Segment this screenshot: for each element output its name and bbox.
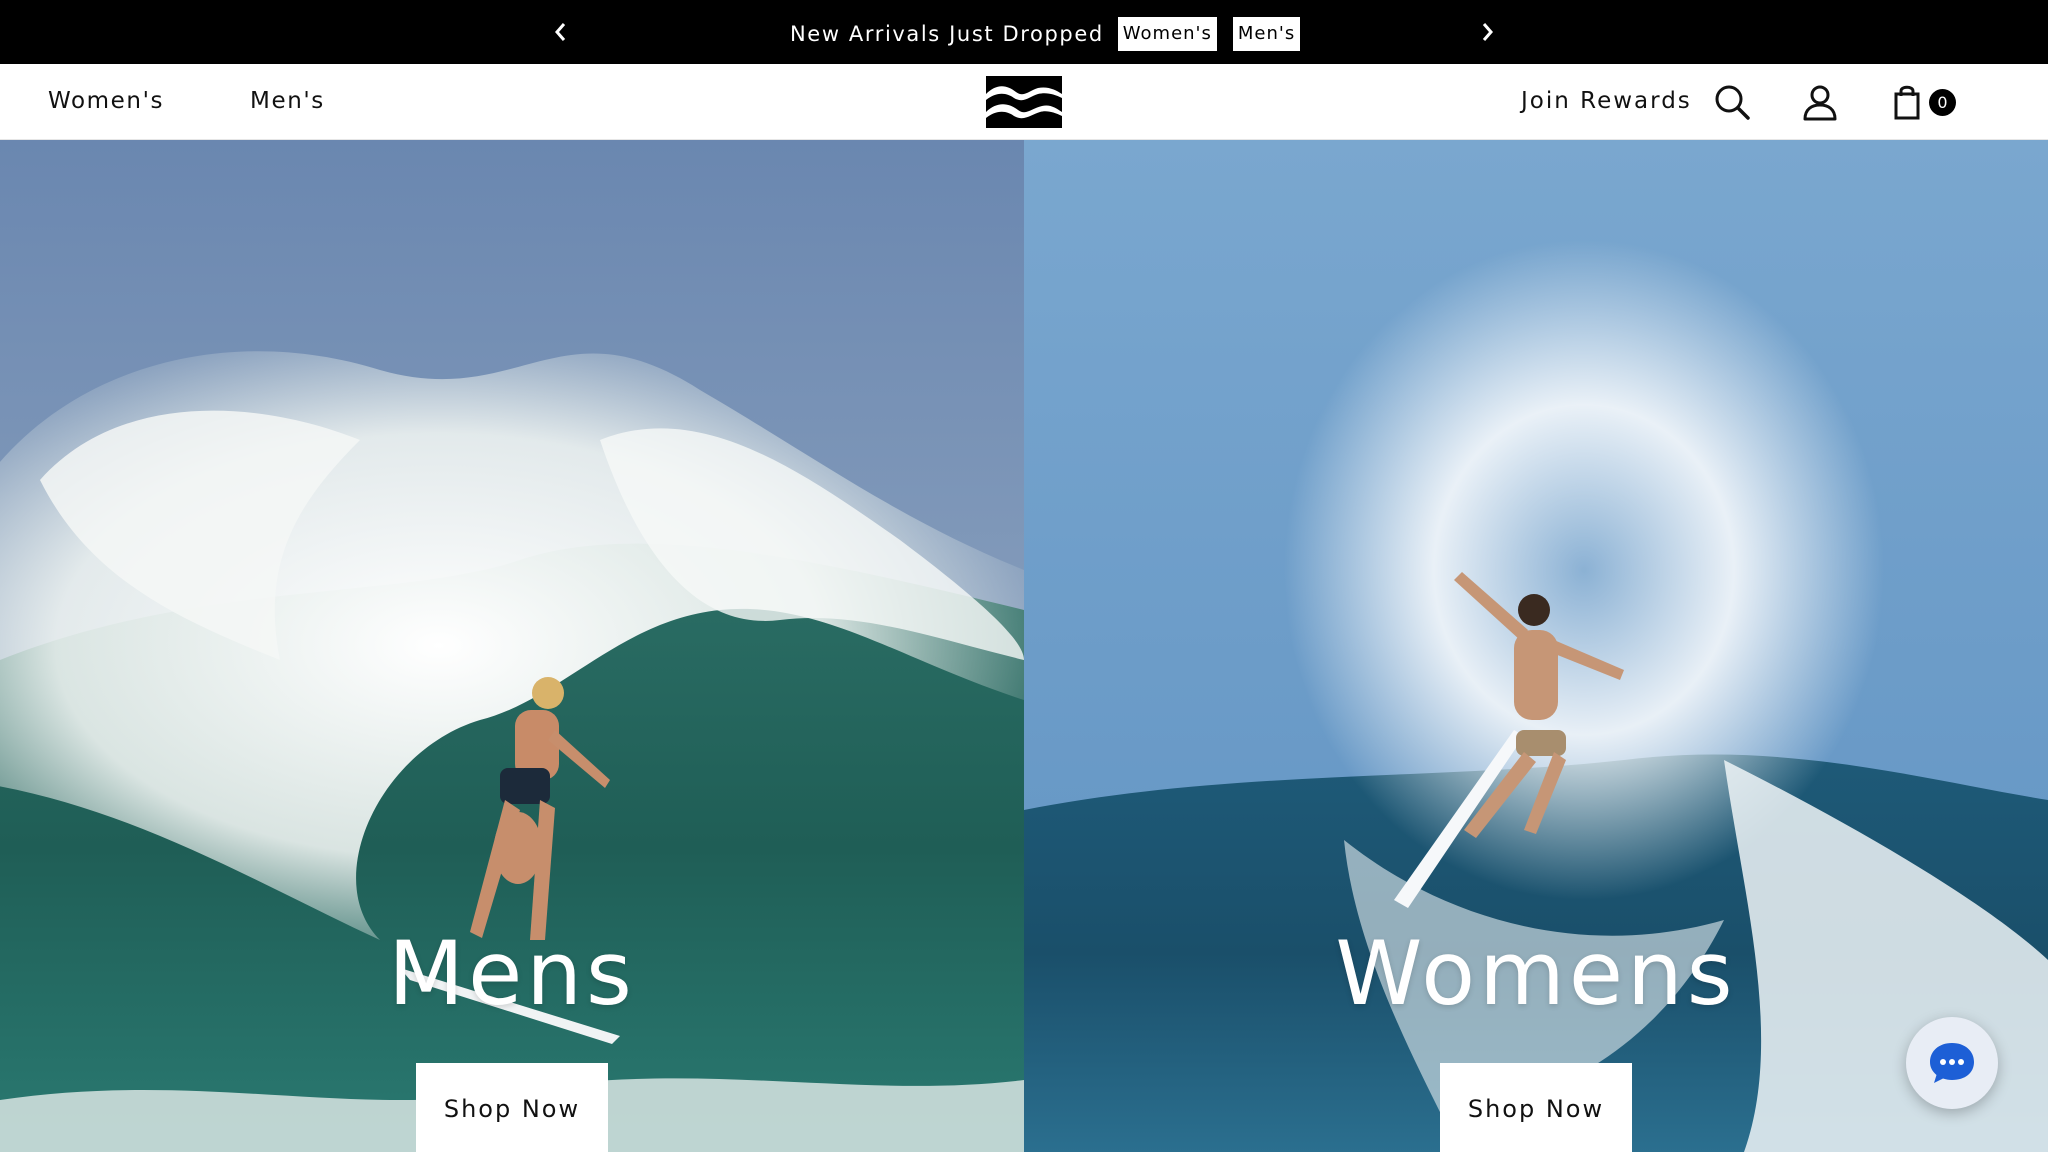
announcement-message: New Arrivals Just Dropped [790,21,1104,46]
hero-title-mens: Mens [388,922,636,1025]
shop-now-womens-button[interactable]: Shop Now [1440,1063,1632,1152]
chat-bubble-icon [1930,1043,1974,1083]
hero-panel-womens[interactable]: Womens Shop Now [1024,140,2048,1152]
nav-mens[interactable]: Men's [250,88,325,114]
announcement-next-button[interactable] [1474,18,1502,46]
site-header: Women's Men's Join Rewards 0 [0,64,2048,140]
search-icon[interactable] [1712,82,1752,122]
shop-now-mens-button[interactable]: Shop Now [416,1063,608,1152]
hero-title-womens: Womens [1335,922,1737,1025]
announcement-link-mens[interactable]: Men's [1232,17,1301,51]
billabong-logo[interactable] [986,76,1062,128]
announcement-content: New Arrivals Just Dropped Women's Men's [790,14,1316,54]
announcement-link-womens[interactable]: Women's [1117,17,1217,51]
account-icon[interactable] [1800,82,1840,122]
chat-launcher-button[interactable] [1906,1017,1998,1109]
nav-womens[interactable]: Women's [48,88,164,114]
hero-panel-mens[interactable]: Mens Shop Now [0,140,1024,1152]
announcement-prev-button[interactable] [546,18,574,46]
cart-count-badge: 0 [1929,89,1956,116]
announcement-bar: New Arrivals Just Dropped Women's Men's [0,0,2048,64]
chevron-left-icon [555,23,566,41]
join-rewards-link[interactable]: Join Rewards [1521,88,1692,114]
chevron-right-icon [1482,23,1493,41]
shopping-bag-icon[interactable] [1890,82,1930,122]
